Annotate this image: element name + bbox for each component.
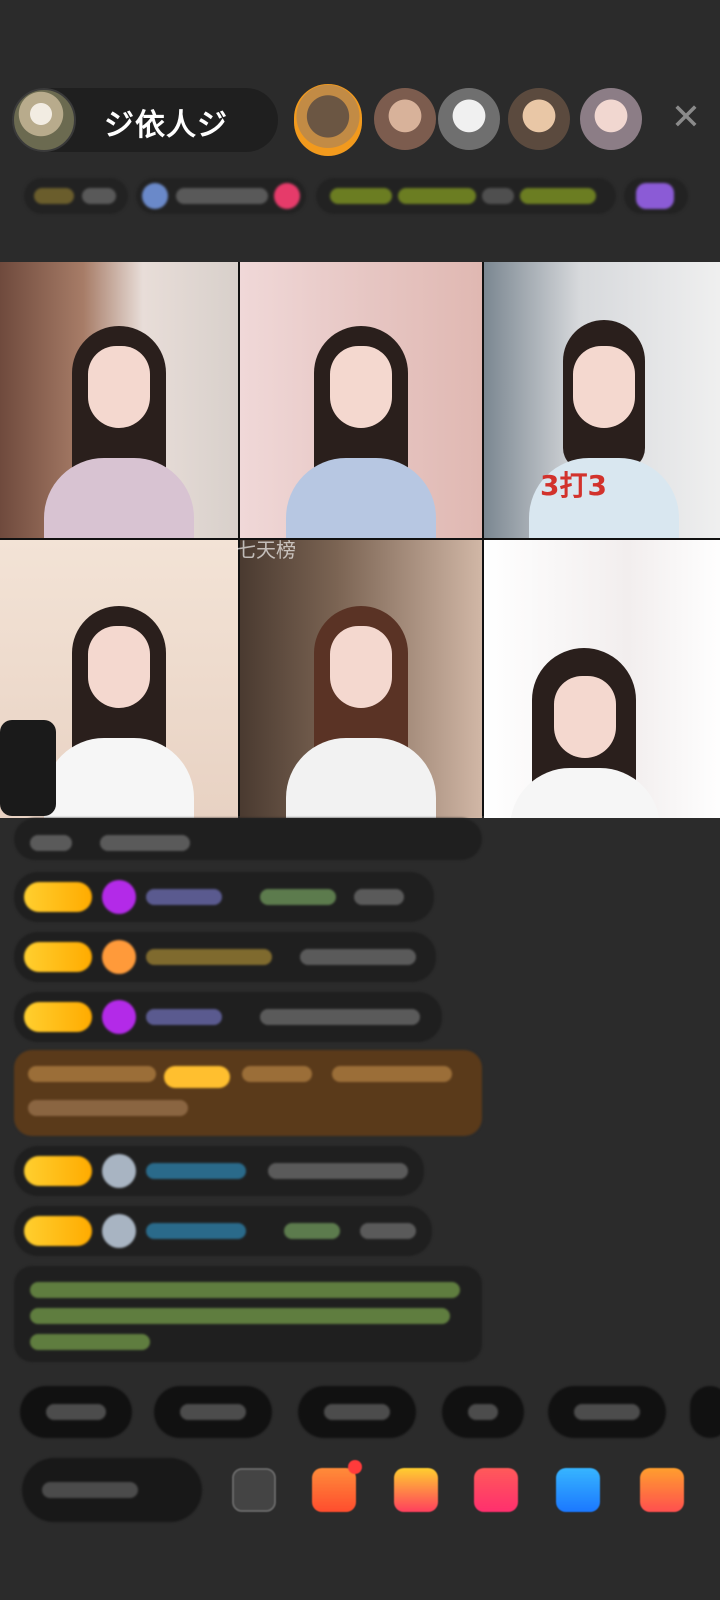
level-badge: [24, 1156, 92, 1186]
comment-placeholder-blur: [42, 1482, 138, 1498]
face-shape: [330, 346, 392, 428]
shop-icon[interactable]: [312, 1460, 362, 1512]
diamond-icon: [102, 1000, 136, 1034]
video-tile-6[interactable]: [484, 540, 720, 818]
chat-feed: [0, 818, 720, 1362]
quick-reply-row: [0, 1386, 720, 1438]
quick-reply-5[interactable]: [548, 1386, 666, 1438]
badge-chip-2[interactable]: [136, 178, 306, 214]
host-avatar[interactable]: [12, 88, 76, 152]
chat-message-2[interactable]: [14, 872, 434, 922]
top-viewer-avatar-2[interactable]: [374, 88, 436, 150]
level-badge: [24, 882, 92, 912]
badge-chip-3[interactable]: [316, 178, 616, 214]
notification-dot: [348, 1460, 362, 1474]
quick-reply-3[interactable]: [298, 1386, 416, 1438]
quick-reply-4[interactable]: [442, 1386, 524, 1438]
streamer-figure: [44, 298, 194, 538]
video-tile-2[interactable]: [240, 262, 482, 538]
clothing-shape: [286, 458, 436, 538]
avatar: [102, 1154, 136, 1188]
watermark-text: 七天榜: [236, 538, 296, 562]
heart-icon[interactable]: [474, 1468, 518, 1512]
streamer-figure: [509, 578, 660, 818]
video-tile-5[interactable]: [240, 540, 482, 818]
chat-message-1[interactable]: [14, 818, 482, 860]
host-profile-pill[interactable]: ジ依人ジ: [12, 88, 278, 152]
face-shape: [573, 346, 635, 428]
streamer-figure: [44, 578, 194, 818]
clothing-shape: [44, 458, 194, 538]
share-icon[interactable]: [556, 1468, 600, 1512]
badge-chip-1[interactable]: [24, 178, 128, 214]
top-viewer-avatar-4[interactable]: [508, 88, 570, 150]
close-icon[interactable]: ✕: [664, 96, 708, 140]
system-message[interactable]: [14, 1266, 482, 1362]
microphone-icon: [0, 720, 56, 816]
face-shape: [88, 626, 150, 708]
emoji-icon[interactable]: [232, 1468, 276, 1512]
top-bar: ジ依人ジ ✕: [0, 82, 720, 162]
clothing-shape: [44, 738, 194, 818]
video-tile-1[interactable]: [0, 262, 238, 538]
top-viewer-avatar-5[interactable]: [580, 88, 642, 150]
video-tile-4[interactable]: [0, 540, 238, 818]
video-tile-3[interactable]: 3打3: [484, 262, 720, 538]
video-grid: 3打3 七天榜: [0, 262, 720, 818]
info-badge-row: [0, 172, 720, 220]
more-icon[interactable]: [640, 1468, 684, 1512]
quick-reply-2[interactable]: [154, 1386, 272, 1438]
level-badge: [24, 1002, 92, 1032]
streamer-figure: [286, 578, 436, 818]
quick-reply-1[interactable]: [20, 1386, 132, 1438]
top-viewer-avatar-3[interactable]: [438, 88, 500, 150]
level-badge: [24, 942, 92, 972]
clothing-shape: [286, 738, 436, 818]
avatar: [102, 1214, 136, 1248]
badge-icon: [102, 940, 136, 974]
face-shape: [88, 346, 150, 428]
comment-input[interactable]: [22, 1458, 202, 1522]
chat-message-6[interactable]: [14, 1146, 424, 1196]
chat-message-7[interactable]: [14, 1206, 432, 1256]
streamer-figure: [286, 298, 436, 538]
level-badge: [24, 1216, 92, 1246]
badge-chip-4[interactable]: [624, 178, 688, 214]
bottom-toolbar: [0, 1458, 720, 1528]
host-name: ジ依人ジ: [104, 108, 228, 143]
gift-icon[interactable]: [394, 1468, 438, 1512]
face-shape: [330, 626, 392, 708]
chat-message-5[interactable]: [14, 1050, 482, 1136]
chat-message-3[interactable]: [14, 932, 436, 982]
top-viewer-avatar-1[interactable]: [294, 84, 362, 156]
chat-message-4[interactable]: [14, 992, 442, 1042]
quick-reply-6[interactable]: [690, 1386, 720, 1438]
battle-label: 3打3: [540, 469, 607, 502]
diamond-icon: [102, 880, 136, 914]
face-shape: [553, 676, 616, 758]
